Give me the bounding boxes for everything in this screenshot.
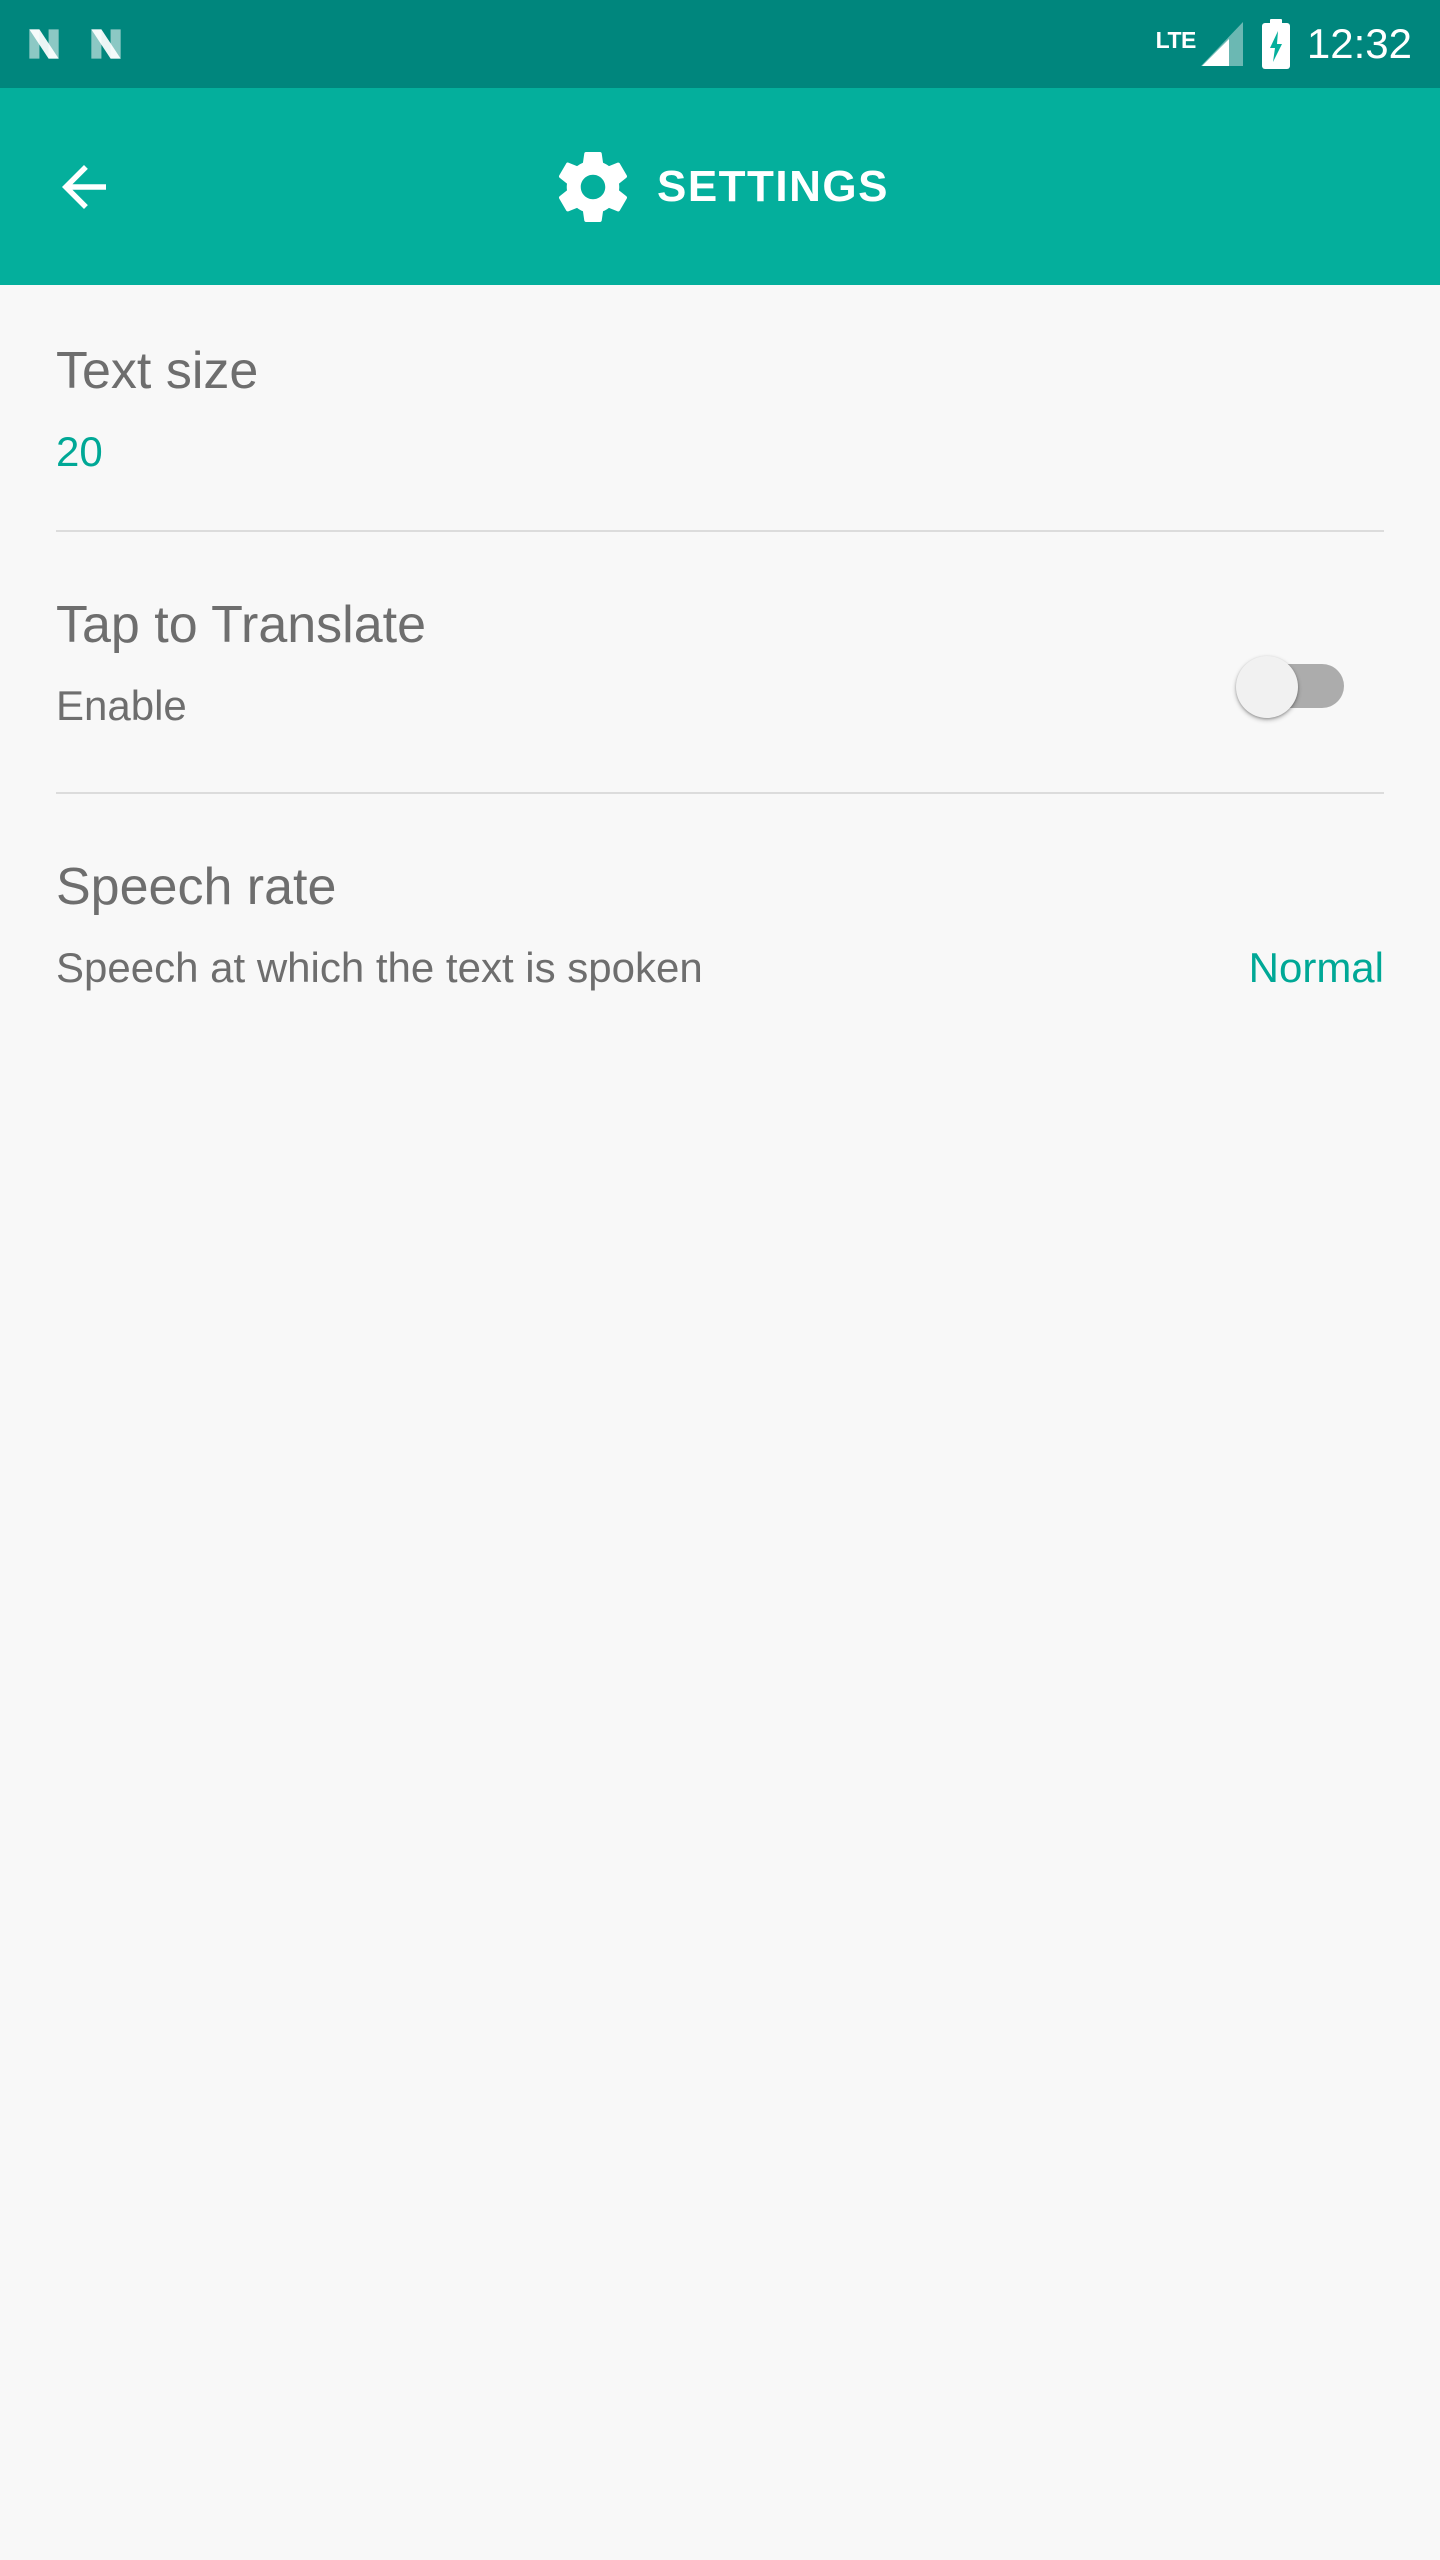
tap-to-translate-text-column: Tap to Translate Enable (56, 594, 1236, 732)
text-size-title: Text size (56, 342, 259, 400)
text-size-value-wrap: 20 (56, 427, 1384, 477)
network-type-label: LTE (1155, 27, 1197, 53)
speech-rate-summary-row: Speech at which the text is spoken Norma… (56, 943, 1384, 993)
app-bar: SETTINGS (0, 88, 1440, 285)
status-bar-notifications (22, 22, 128, 66)
status-bar-system-icons: LTE 12:32 (1156, 18, 1412, 70)
nougat-n-icon (91, 29, 121, 59)
battery-charging-icon (1261, 19, 1290, 69)
setting-item-text-size[interactable]: Text size 20 (0, 285, 1440, 530)
setting-item-tap-to-translate[interactable]: Tap to Translate Enable (0, 532, 1440, 792)
text-size-value: 20 (56, 428, 103, 476)
speech-rate-value: Normal (1248, 943, 1384, 991)
app-bar-title-group: SETTINGS (0, 145, 1440, 229)
signal-strength-indicator: LTE (1156, 19, 1245, 69)
speech-rate-summary: Speech at which the text is spoken (56, 943, 703, 991)
nougat-n-icon (29, 29, 59, 59)
tap-to-translate-toggle[interactable] (1236, 655, 1346, 718)
gear-icon (558, 151, 628, 222)
page-title: SETTINGS (656, 161, 890, 211)
tap-to-translate-title: Tap to Translate (56, 595, 426, 654)
tap-to-translate-summary: Enable (56, 682, 187, 730)
status-bar: LTE 12:32 (0, 0, 1440, 88)
tap-to-translate-summary-wrap: Enable (56, 681, 1236, 731)
toggle-thumb (1236, 655, 1298, 718)
setting-item-speech-rate[interactable]: Speech rate Speech at which the text is … (0, 794, 1440, 1034)
status-bar-clock: 12:32 (1306, 20, 1412, 67)
settings-list: Text size 20 Tap to Translate Enable Spe… (0, 285, 1440, 2560)
signal-triangle-icon (1200, 22, 1243, 66)
speech-rate-title: Speech rate (56, 857, 337, 916)
